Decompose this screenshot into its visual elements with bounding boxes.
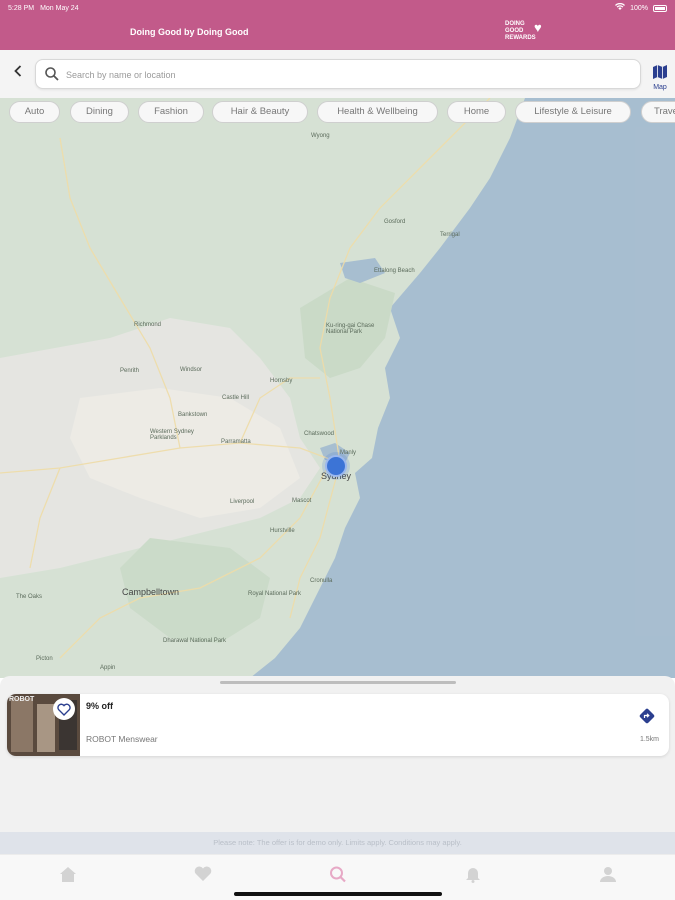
map-label: Windsor [180,367,203,373]
map-toggle-button[interactable]: Map [647,64,673,92]
map-label: Parramatta [221,439,251,445]
search-icon [330,866,346,883]
map-toggle-label: Map [653,84,667,91]
search-input[interactable] [66,64,626,86]
category-chip-auto[interactable]: Auto [9,101,60,123]
search-row: Map [0,50,675,98]
deal-card[interactable]: ROBOT 9% off ROBOT Menswear 1.5km [7,694,669,756]
map-label: Ettalong Beach [374,268,415,274]
bell-icon [466,868,480,883]
category-chip-home[interactable]: Home [447,101,506,123]
deal-distance: 1.5km [639,736,659,743]
search-icon [45,67,59,81]
tab-home[interactable] [56,865,80,885]
battery-icon [653,4,667,12]
map-label: Ku-ring-gai Chase National Park [326,323,375,335]
map-label: Penrith [120,368,140,374]
map-label: Hornsby [270,378,293,384]
map-label: Picton [36,656,53,662]
app-header: Doing Good by Doing Good DOING GOOD REWA… [0,16,675,50]
current-location-marker [325,455,347,477]
map-label: Liverpool [230,499,255,505]
map-label: Chatswood [304,431,335,437]
deal-title: 9% off [86,701,113,711]
category-chip-fashion[interactable]: Fashion [138,101,204,123]
category-chip-hair-beauty[interactable]: Hair & Beauty [212,101,308,123]
status-time: 5:28 PM [8,4,35,12]
map-label: Cronulla [310,578,333,584]
wifi-icon [615,2,626,13]
heart-icon [194,866,212,881]
map-label: Wyong [311,133,330,139]
category-chip-travel[interactable]: Travel [641,101,675,123]
map-label: The Oaks [16,594,43,600]
tab-notifications[interactable] [461,865,485,885]
tab-profile[interactable] [596,865,620,885]
app-title: Doing Good by Doing Good [130,27,249,37]
map-label: Castle Hill [222,395,250,401]
search-box[interactable] [35,59,641,89]
category-chip-lifestyle-leisure[interactable]: Lifestyle & Leisure [515,101,631,123]
brand-logo-line: REWARDS [505,35,536,41]
map-label: Gosford [384,219,406,225]
directions-icon[interactable] [639,708,655,724]
map-label: Campbelltown [122,587,180,597]
map-label: Western Sydney Parklands [150,429,194,441]
favourite-button[interactable] [53,698,75,720]
map-icon [653,65,667,79]
status-date: Mon May 24 [40,4,79,12]
tab-search[interactable] [326,865,350,885]
brand-logo-line: DOING [505,21,525,27]
map-label: Royal National Park [248,591,302,597]
deal-merchant: ROBOT Menswear [86,734,158,744]
map-dim-overlay [0,98,675,678]
map-label: Terrigal [440,232,460,238]
status-bar: 5:28 PM Mon May 24 100% [0,0,675,16]
heart-outline-icon [57,703,71,716]
map-label: Dharawal National Park [163,638,227,644]
deal-thumbnail-sign: ROBOT [9,696,35,703]
tab-favourites[interactable] [191,865,215,885]
map-label: Appin [100,665,116,671]
info-banner: Please note: The offer is for demo only.… [0,832,675,854]
battery-percent: 100% [630,4,648,12]
chevron-left-icon [14,65,22,77]
brand-logo-line: GOOD [505,28,524,34]
home-indicator [234,892,442,896]
map-label: Bankstown [178,412,208,418]
brand-logo: DOING GOOD REWARDS ♥ [505,21,551,45]
sheet-drag-handle[interactable] [220,681,456,684]
map-label: Richmond [134,322,162,328]
map-label: Mascot [292,498,312,504]
map-label: Manly [340,450,357,456]
map-view[interactable]: Wyong Gosford Terrigal Ettalong Beach Ku… [0,98,675,678]
map-label: Hurstville [270,528,295,534]
home-icon [60,867,76,882]
category-chip-dining[interactable]: Dining [70,101,129,123]
brand-heart-icon: ♥ [534,20,542,35]
user-icon [600,867,616,882]
back-button[interactable] [9,64,27,84]
category-chip-health-wellbeing[interactable]: Health & Wellbeing [317,101,438,123]
category-filter-bar: Auto Dining Fashion Hair & Beauty Health… [0,101,675,125]
